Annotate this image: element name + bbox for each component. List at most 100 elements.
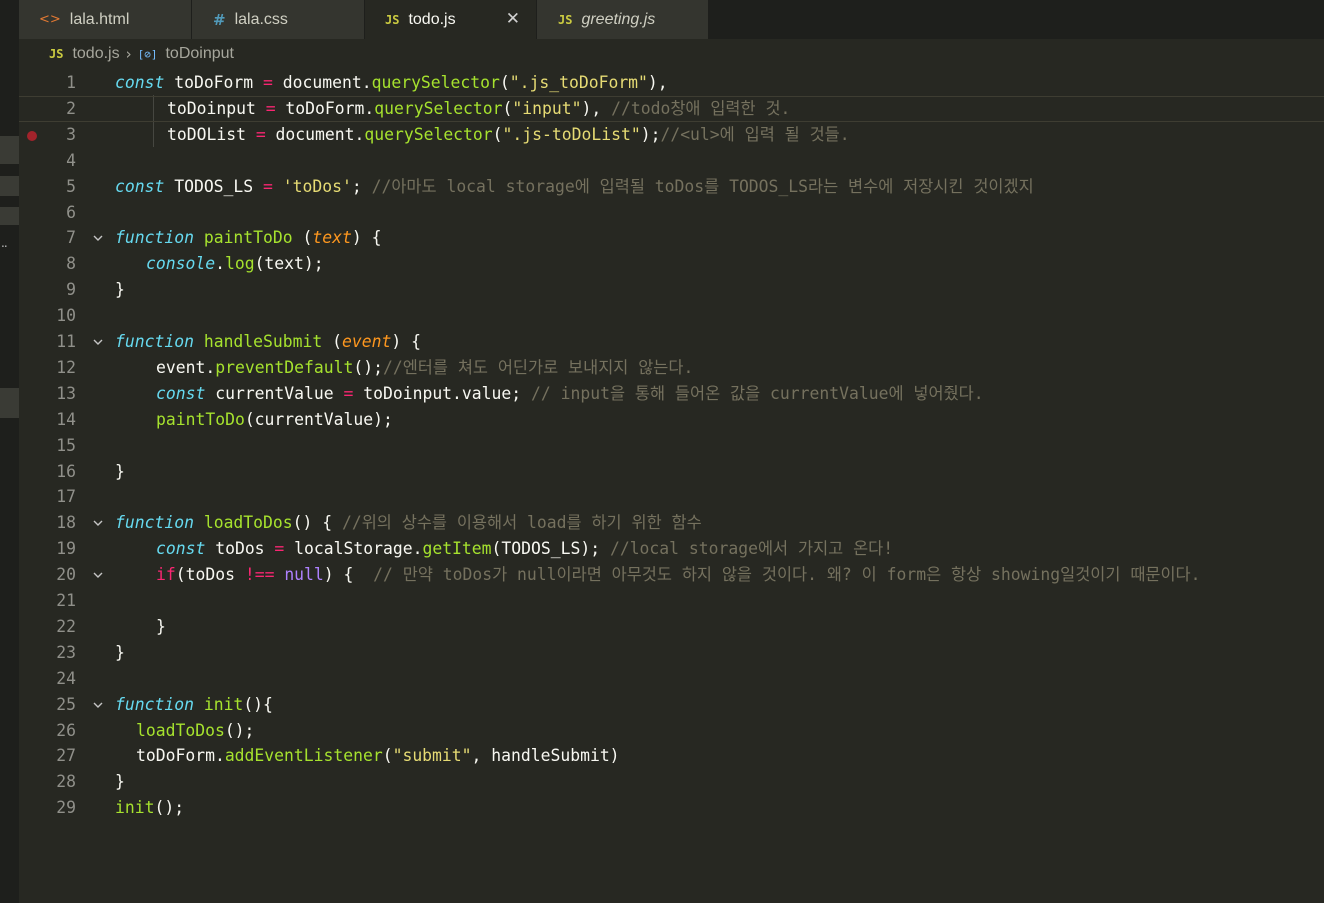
line-number[interactable]: 27 [19,743,76,769]
chevron-right-icon: › [125,45,132,63]
code-text: const currentValue = toDoinput.value; //… [156,383,984,403]
code-text: toDOList = document.querySelector(".js-t… [167,124,850,144]
line-number[interactable]: 18 [19,510,76,536]
code-line[interactable]: 3 toDOList = document.querySelector(".js-… [19,122,1324,148]
line-number[interactable]: 21 [19,588,76,614]
tab-label: todo.js [408,10,456,28]
code-text: const toDos = localStorage.getItem(TODOS… [156,539,894,559]
more-icon[interactable]: .. [1,236,8,250]
code-text: function paintToDo (text) { [115,228,382,248]
code-text: } [115,772,125,792]
line-number[interactable]: 7 [19,225,76,251]
code-line[interactable]: 10 [19,303,1324,329]
code-line[interactable]: 15 [19,433,1324,459]
tab-todo-js[interactable]: JS todo.js ✕ [365,0,537,39]
js-file-icon: JS [49,47,64,61]
line-number[interactable]: 26 [19,718,76,744]
line-number[interactable]: 16 [19,459,76,485]
css-file-icon: # [213,10,226,29]
line-number[interactable]: 20 [19,562,76,588]
code-line[interactable]: 2 toDoinput = toDoForm.querySelector("inp… [19,95,1324,122]
js-file-icon: JS [558,12,573,27]
line-number[interactable]: 4 [19,148,76,174]
code-text: init(); [115,798,185,818]
code-text: } [115,642,125,662]
code-line[interactable]: 17 [19,484,1324,510]
activity-marker [0,388,19,418]
html-file-icon: <> [39,12,61,27]
code-text: const toDoForm = document.querySelector(… [115,73,668,92]
line-number[interactable]: 5 [19,174,76,200]
line-number[interactable]: 23 [19,640,76,666]
line-number[interactable]: 10 [19,303,76,329]
line-number[interactable]: 2 [19,97,76,121]
activity-bar: .. [0,0,19,903]
breadcrumb: JS todo.js › [⊘] toDoinput [19,39,1324,69]
tab-bar: <> lala.html # lala.css JS todo.js ✕ JS … [19,0,1324,39]
activity-marker [0,136,19,164]
line-number[interactable]: 17 [19,484,76,510]
line-number[interactable]: 22 [19,614,76,640]
code-text: } [115,280,125,300]
code-line[interactable]: 27 toDoForm.addEventListener("submit", ha… [19,743,1324,769]
code-line[interactable]: 20 if(toDos !== null) { // 만약 toDos가 null… [19,562,1324,588]
line-number[interactable]: 6 [19,200,76,226]
code-line[interactable]: 18 function loadToDos() { //위의 상수를 이용해서 l… [19,510,1324,536]
code-line[interactable]: 1 const toDoForm = document.querySelector… [19,70,1324,96]
code-text: function handleSubmit (event) { [115,332,421,351]
line-number[interactable]: 9 [19,277,76,303]
line-number[interactable]: 28 [19,769,76,795]
activity-marker [0,176,19,196]
code-line[interactable]: 21 [19,588,1324,614]
code-line[interactable]: 7 function paintToDo (text) { [19,225,1324,251]
code-text: paintToDo(currentValue); [156,409,393,429]
tab-greeting-js[interactable]: JS greeting.js [537,0,709,39]
code-line[interactable]: 24 [19,666,1324,692]
code-editor[interactable]: 1 const toDoForm = document.querySelector… [19,69,1324,903]
line-number[interactable]: 19 [19,536,76,562]
line-number[interactable]: 12 [19,355,76,381]
code-line[interactable]: 8 console.log(text); [19,251,1324,277]
tab-label: lala.css [234,10,288,28]
code-line[interactable]: 6 [19,200,1324,226]
line-number[interactable]: 15 [19,433,76,459]
code-line[interactable]: 22} [19,614,1324,640]
line-number[interactable]: 29 [19,795,76,821]
code-line[interactable]: 29 init(); [19,795,1324,821]
line-number[interactable]: 14 [19,407,76,433]
code-line[interactable]: 4 [19,148,1324,174]
code-line[interactable]: 14 paintToDo(currentValue); [19,407,1324,433]
line-number[interactable]: 25 [19,692,76,718]
code-line[interactable]: 26 loadToDos(); [19,718,1324,744]
breakpoint-icon[interactable] [27,130,37,141]
code-line[interactable]: 23} [19,640,1324,666]
breadcrumb-symbol[interactable]: toDoinput [165,45,234,63]
code-line[interactable]: 9} [19,277,1324,303]
line-number[interactable]: 11 [19,329,76,355]
code-text: loadToDos(); [136,720,255,740]
close-icon[interactable]: ✕ [506,9,520,29]
code-text: toDoinput = toDoForm.querySelector("inpu… [167,98,791,118]
line-number[interactable]: 8 [19,251,76,277]
code-text: } [115,461,125,481]
code-line[interactable]: 13 const currentValue = toDoinput.value; … [19,381,1324,407]
code-line[interactable]: 25 function init(){ [19,692,1324,718]
line-number[interactable]: 13 [19,381,76,407]
code-line[interactable]: 16} [19,459,1324,485]
code-line[interactable]: 11 function handleSubmit (event) { [19,329,1324,355]
code-text: const TODOS_LS = 'toDos'; //아마도 local st… [115,176,1034,196]
symbol-variable-icon: [⊘] [137,47,158,61]
line-number[interactable]: 1 [19,70,76,96]
code-text: function init(){ [115,694,273,714]
code-text: toDoForm.addEventListener("submit", hand… [136,746,620,766]
code-line[interactable]: 5 const TODOS_LS = 'toDos'; //아마도 local s… [19,174,1324,200]
line-number[interactable]: 24 [19,666,76,692]
code-text: if(toDos !== null) { // 만약 toDos가 null이라… [156,565,1201,585]
tab-lala-css[interactable]: # lala.css [192,0,365,39]
code-line[interactable]: 28} [19,769,1324,795]
code-line[interactable]: 19 const toDos = localStorage.getItem(TOD… [19,536,1324,562]
activity-marker [0,207,19,225]
code-line[interactable]: 12 event.preventDefault();//엔터를 쳐도 어딘가로 보… [19,355,1324,381]
breadcrumb-file[interactable]: todo.js [72,45,119,63]
tab-lala-html[interactable]: <> lala.html [19,0,192,39]
